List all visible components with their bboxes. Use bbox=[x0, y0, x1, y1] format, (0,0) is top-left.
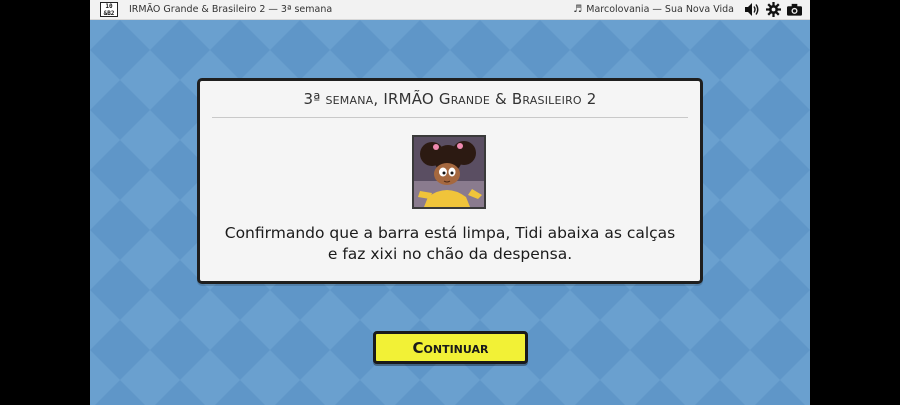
event-dialog: 3ª semana, IRMÃO Grande & Brasileiro 2 C… bbox=[197, 78, 703, 284]
gear-icon[interactable] bbox=[765, 2, 781, 18]
game-logo: 10 &B2 bbox=[100, 2, 118, 17]
game-window: 10 &B2 IRMÃO Grande & Brasileiro 2 — 3ª s… bbox=[90, 0, 810, 405]
title-divider bbox=[212, 117, 688, 118]
story-text: Confirmando que a barra está limpa, Tidi… bbox=[224, 224, 676, 263]
now-playing: Marcolovania — Sua Nova Vida bbox=[586, 4, 734, 15]
volume-icon[interactable] bbox=[744, 2, 760, 18]
continue-button[interactable]: Continuar bbox=[373, 331, 528, 364]
top-bar: 10 &B2 IRMÃO Grande & Brasileiro 2 — 3ª s… bbox=[90, 0, 810, 20]
music-note-icon: ♬ bbox=[573, 4, 583, 15]
character-portrait bbox=[412, 135, 486, 209]
window-title: IRMÃO Grande & Brasileiro 2 — 3ª semana bbox=[129, 4, 333, 15]
dialog-title: 3ª semana, IRMÃO Grande & Brasileiro 2 bbox=[303, 90, 597, 108]
camera-icon[interactable] bbox=[786, 2, 802, 18]
